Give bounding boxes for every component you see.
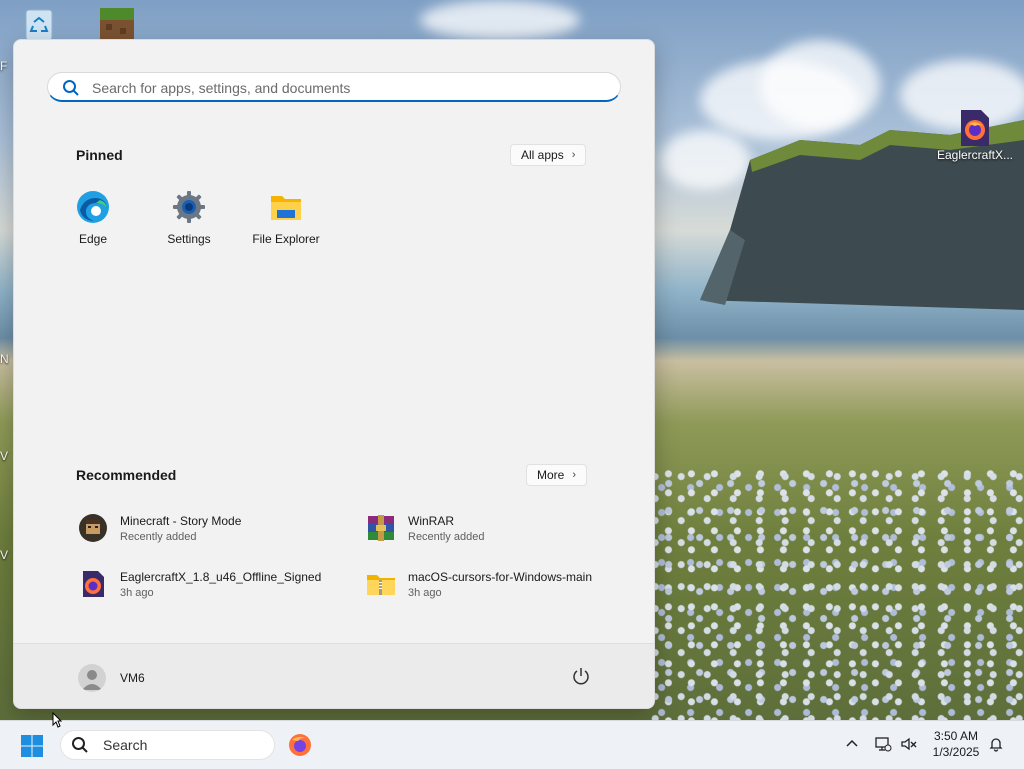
taskbar-search-label: Search (103, 737, 148, 753)
search-icon (72, 737, 88, 753)
all-apps-label: All apps (521, 148, 564, 162)
speaker-muted-icon (901, 737, 917, 751)
notifications-button[interactable] (988, 736, 1004, 752)
folder-icon (269, 190, 303, 224)
start-menu-footer: VM6 (14, 643, 654, 708)
recommended-item-name: macOS-cursors-for-Windows-main (408, 569, 593, 584)
pinned-app-label: File Explorer (252, 232, 320, 246)
taskbar-search[interactable]: Search (60, 730, 275, 760)
taskbar-clock[interactable]: 3:50 AM 1/3/2025 (925, 728, 987, 760)
recommended-item-subtitle: 3h ago (120, 586, 154, 599)
recommended-item-minecraft-story-mode[interactable]: Minecraft - Story Mode Recently added (78, 508, 338, 548)
edge-icon (76, 190, 110, 224)
recommended-item-name: EaglercraftX_1.8_u46_Offline_Signed (120, 569, 322, 584)
all-apps-button[interactable]: All apps › (510, 144, 587, 166)
show-hidden-icons-button[interactable] (844, 736, 860, 752)
user-account-button[interactable]: VM6 (78, 664, 145, 692)
taskbar-app-firefox[interactable] (288, 733, 312, 757)
chevron-right-icon: › (571, 149, 576, 161)
desktop-icon-label: EaglercraftX... (936, 148, 1014, 162)
desktop-icon-label: V (0, 449, 9, 463)
pinned-app-label: Edge (78, 232, 108, 246)
settings-gear-icon (172, 190, 206, 224)
firefox-file-icon (78, 569, 108, 599)
start-search-box[interactable] (47, 72, 621, 102)
desktop-icon-eaglercraft[interactable]: EaglercraftX... (933, 108, 1017, 162)
recommended-heading: Recommended (76, 467, 177, 483)
recommended-item-winrar[interactable]: WinRAR Recently added (366, 508, 626, 548)
recommended-item-name: WinRAR (408, 513, 455, 528)
pinned-app-label: Settings (167, 232, 211, 246)
power-button[interactable] (571, 666, 591, 686)
search-icon (63, 80, 79, 96)
recycle-bin-icon[interactable] (22, 8, 56, 41)
power-icon (573, 668, 589, 685)
pinned-app-edge[interactable]: Edge (48, 190, 138, 246)
start-search-input[interactable] (90, 77, 614, 99)
chevron-up-icon (846, 739, 858, 747)
recommended-item-subtitle: Recently added (408, 530, 485, 543)
volume-status-button[interactable] (900, 735, 918, 753)
zip-folder-icon (366, 569, 396, 599)
desktop-icon-label: V (0, 548, 9, 562)
pinned-heading: Pinned (76, 147, 123, 163)
avatar (78, 664, 106, 692)
firefox-file-icon (957, 108, 993, 146)
desktop-icon-label: F (0, 59, 8, 73)
pinned-app-settings[interactable]: Settings (144, 190, 234, 246)
user-name: VM6 (120, 671, 145, 685)
desktop-icon-label: N (0, 352, 9, 366)
start-button[interactable] (20, 734, 44, 758)
chevron-right-icon: › (572, 469, 577, 481)
recommended-item-eaglercraftx[interactable]: EaglercraftX_1.8_u46_Offline_Signed 3h a… (78, 564, 338, 604)
bell-icon (989, 738, 1003, 752)
pinned-app-file-explorer[interactable]: File Explorer (241, 190, 331, 246)
network-status-button[interactable] (874, 735, 892, 753)
minecraft-story-mode-icon (78, 513, 108, 543)
clock-date: 1/3/2025 (932, 745, 980, 759)
recommended-item-subtitle: Recently added (120, 530, 197, 543)
clock-time: 3:50 AM (933, 729, 979, 743)
more-label: More (537, 468, 565, 482)
recommended-item-name: Minecraft - Story Mode (120, 513, 242, 528)
start-menu: Pinned All apps › Edge (13, 39, 655, 709)
firefox-icon (289, 734, 311, 756)
recommended-item-macos-cursors[interactable]: macOS-cursors-for-Windows-main 3h ago (366, 564, 626, 604)
minecraft-icon[interactable] (96, 6, 138, 40)
taskbar: Search 3:50 AM 1/3/2025 (0, 720, 1024, 769)
more-button[interactable]: More › (526, 464, 588, 486)
winrar-icon (366, 513, 396, 543)
mouse-cursor-icon (52, 712, 62, 728)
windows-logo-icon (21, 735, 43, 757)
network-icon (875, 737, 892, 752)
recommended-item-subtitle: 3h ago (408, 586, 442, 599)
